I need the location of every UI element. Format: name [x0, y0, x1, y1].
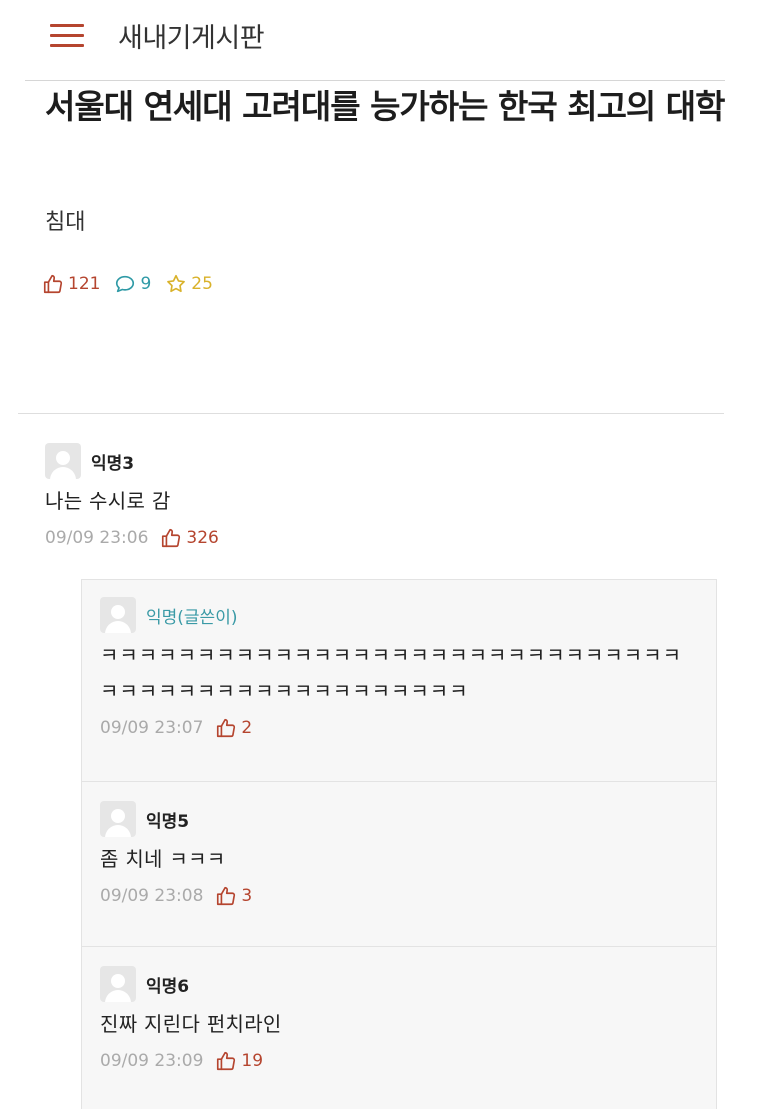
reply-like-value: 3: [241, 886, 253, 906]
comment-header: 익명3: [45, 443, 725, 479]
reply-like-button[interactable]: 19: [215, 1050, 263, 1072]
avatar-head: [111, 605, 125, 619]
post-like-value: 121: [68, 274, 101, 294]
reply-divider: [82, 579, 716, 580]
reply-like-button[interactable]: 3: [215, 885, 252, 907]
reply: 익명6 진짜 지린다 펀치라인 09/09 23:09 19: [100, 966, 700, 1072]
reply-text: 진짜 지린다 펀치라인: [100, 1012, 282, 1036]
menu-line-middle: [50, 34, 84, 37]
reply-header: 익명(글쓴이): [100, 597, 700, 633]
reply-divider: [82, 946, 716, 947]
avatar-body: [105, 621, 131, 633]
board-title[interactable]: 새내기게시판: [118, 16, 265, 55]
avatar-head: [56, 451, 70, 465]
reply-meta: 09/09 23:08 3: [100, 885, 700, 907]
reply-like-value: 2: [241, 718, 253, 738]
avatar-head: [111, 809, 125, 823]
post-title: 서울대 연세대 고려대를 능가하는 한국 최고의 대학: [45, 87, 726, 126]
comment: 익명3 나는 수시로 감 09/09 23:06 326: [45, 443, 725, 549]
reply-text: ㅋㅋㅋㅋㅋㅋㅋㅋㅋㅋㅋㅋㅋㅋㅋㅋㅋㅋㅋㅋㅋㅋㅋㅋㅋㅋㅋㅋㅋㅋㅋㅋㅋㅋㅋㅋㅋㅋㅋㅋ…: [100, 643, 682, 703]
post-scrap-count[interactable]: 25: [165, 273, 213, 295]
reply-timestamp: 09/09 23:08: [100, 886, 204, 906]
reply-header: 익명6: [100, 966, 700, 1002]
comment-like-value: 326: [186, 528, 219, 548]
comment-author: 익명3: [91, 453, 135, 474]
thumbs-up-icon: [217, 1051, 236, 1071]
post-body: 침대: [45, 210, 86, 235]
comment-timestamp: 09/09 23:06: [45, 528, 149, 548]
post-scrap-value: 25: [191, 274, 213, 294]
reply-timestamp: 09/09 23:07: [100, 718, 204, 738]
post-comment-count[interactable]: 9: [114, 273, 151, 295]
post-comment-value: 9: [140, 274, 152, 294]
thumbs-up-icon: [43, 274, 63, 294]
reply-author: 익명6: [146, 976, 190, 997]
post-like-count[interactable]: 121: [42, 273, 100, 295]
reply-like-value: 19: [241, 1051, 264, 1071]
reply-header: 익명5: [100, 801, 700, 837]
default-avatar-icon: [100, 801, 136, 837]
reply-divider: [82, 781, 716, 782]
avatar-head: [111, 974, 125, 988]
menu-line-bottom: [50, 44, 84, 47]
thumbs-up-icon: [217, 886, 236, 906]
reply-timestamp: 09/09 23:09: [100, 1051, 204, 1071]
replies-container: 익명(글쓴이) ㅋㅋㅋㅋㅋㅋㅋㅋㅋㅋㅋㅋㅋㅋㅋㅋㅋㅋㅋㅋㅋㅋㅋㅋㅋㅋㅋㅋㅋㅋㅋㅋ…: [81, 579, 717, 1109]
star-icon: [167, 274, 186, 293]
default-avatar-icon: [45, 443, 81, 479]
reply-like-button[interactable]: 2: [215, 717, 252, 739]
comment-like-button[interactable]: 326: [160, 527, 219, 549]
top-bar-divider: [25, 80, 725, 81]
menu-line-top: [50, 24, 84, 27]
post-stats: 121 9 25: [42, 270, 227, 298]
reply: 익명(글쓴이) ㅋㅋㅋㅋㅋㅋㅋㅋㅋㅋㅋㅋㅋㅋㅋㅋㅋㅋㅋㅋㅋㅋㅋㅋㅋㅋㅋㅋㅋㅋㅋㅋ…: [100, 597, 700, 739]
default-avatar-icon: [100, 597, 136, 633]
default-avatar-icon: [100, 966, 136, 1002]
speech-bubble-icon: [116, 275, 135, 293]
thumbs-up-icon: [217, 718, 236, 738]
comment-text: 나는 수시로 감: [45, 489, 171, 513]
reply-meta: 09/09 23:07 2: [100, 717, 700, 739]
comments-divider: [18, 413, 724, 414]
thumbs-up-icon: [162, 528, 181, 548]
comment-meta: 09/09 23:06 326: [45, 527, 725, 549]
hamburger-menu-icon[interactable]: [50, 22, 84, 48]
reply: 익명5 좀 치네 ㅋㅋㅋ 09/09 23:08 3: [100, 801, 700, 907]
reply-author: 익명5: [146, 811, 190, 832]
avatar-body: [50, 467, 76, 479]
reply-meta: 09/09 23:09 19: [100, 1050, 700, 1072]
top-bar: 새내기게시판: [0, 0, 773, 80]
avatar-body: [105, 990, 131, 1002]
avatar-body: [105, 825, 131, 837]
reply-text: 좀 치네 ㅋㅋㅋ: [100, 847, 226, 871]
reply-author: 익명(글쓴이): [146, 607, 238, 628]
